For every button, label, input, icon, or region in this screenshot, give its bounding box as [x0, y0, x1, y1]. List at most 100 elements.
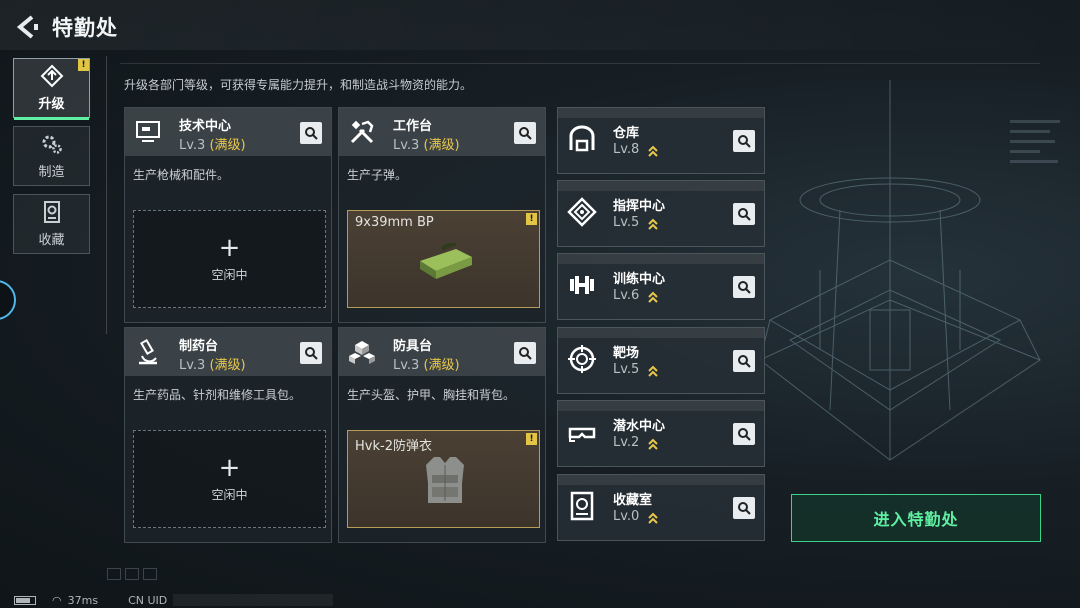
max-level-tag: (满级) [209, 138, 246, 153]
upgrade-chevron-icon [648, 512, 658, 524]
department-name: 潜水中心 [613, 419, 666, 434]
back-button[interactable] [12, 12, 42, 42]
facility-card-pharmacy[interactable]: 制药台 Lv.3 (满级) 生产药品、针剂和维修工具包。 + 空闲中 [124, 327, 332, 543]
collection-icon [43, 201, 60, 223]
max-level-tag: (满级) [209, 358, 246, 373]
divider [106, 56, 107, 334]
vault-icon [570, 491, 594, 521]
upgrade-chevron-icon [648, 291, 658, 303]
tab-collection[interactable]: 收藏 [13, 194, 90, 254]
battery-icon [14, 595, 36, 605]
production-slot-empty[interactable]: + 空闲中 [133, 210, 326, 308]
max-level-tag: (满级) [423, 138, 460, 153]
search-button[interactable] [733, 497, 755, 519]
tab-label: 收藏 [38, 233, 65, 248]
hud-squares [107, 568, 157, 580]
facility-description: 生产药品、针剂和维修工具包。 [133, 388, 302, 402]
tools-icon [350, 120, 374, 144]
back-arrow-icon [16, 15, 38, 39]
header-bar [0, 0, 1080, 50]
wifi-icon: ◠ [52, 593, 62, 607]
target-icon [568, 345, 596, 373]
facility-name: 技术中心 [179, 119, 232, 134]
facility-level: Lv.3 (满级) [179, 138, 246, 153]
department-name: 收藏室 [613, 493, 653, 508]
facility-description: 生产头盔、护甲、胸挂和背包。 [347, 388, 516, 402]
search-button[interactable] [300, 342, 322, 364]
ping-value: 37ms [67, 593, 99, 607]
search-icon [738, 502, 751, 515]
upgrade-icon [40, 64, 63, 88]
search-icon [305, 127, 318, 140]
ammo-box-icon [420, 243, 472, 279]
facility-card-workbench[interactable]: 工作台 Lv.3 (满级) 生产子弹。 9x39mm BP ! [338, 107, 546, 323]
dive-mask-icon [568, 427, 596, 442]
divider [120, 63, 1040, 64]
facility-card-tech-center[interactable]: 技术中心 Lv.3 (满级) 生产枪械和配件。 + 空闲中 [124, 107, 332, 323]
search-icon [519, 127, 532, 140]
department-level: Lv.2 [613, 435, 640, 450]
search-button[interactable] [733, 276, 755, 298]
facility-description: 生产子弹。 [347, 168, 408, 182]
enter-special-ops-button[interactable]: 进入特勤处 [791, 494, 1041, 542]
department-name: 指挥中心 [613, 199, 666, 214]
facility-name: 工作台 [393, 119, 433, 134]
department-row-shooting-range[interactable]: 靶场 Lv.5 [557, 327, 765, 394]
item-name: 9x39mm BP [355, 215, 434, 230]
department-row-collection-room[interactable]: 收藏室 Lv.0 [557, 474, 765, 541]
search-button[interactable] [514, 342, 536, 364]
tab-upgrade[interactable]: 升级 ! [13, 58, 90, 120]
alert-badge: ! [78, 59, 89, 71]
search-button[interactable] [514, 122, 536, 144]
computer-icon [136, 121, 160, 142]
department-row-training-center[interactable]: 训练中心 Lv.6 [557, 253, 765, 320]
command-icon [567, 197, 597, 227]
item-name: Hvk-2防弹衣 [355, 439, 432, 454]
search-icon [519, 347, 532, 360]
facility-name: 制药台 [179, 339, 219, 354]
search-button[interactable] [733, 203, 755, 225]
facility-level: Lv.3 (满级) [179, 358, 246, 373]
search-button[interactable] [733, 350, 755, 372]
upgrade-chevron-icon [648, 218, 658, 230]
alert-badge: ! [526, 433, 537, 445]
armor-boxes-icon [349, 341, 375, 364]
department-level: Lv.0 [613, 509, 640, 524]
side-drawer-button[interactable] [0, 280, 16, 320]
body-armor-icon [426, 457, 464, 503]
upgrade-chevron-icon [648, 145, 658, 157]
facility-description: 生产枪械和配件。 [133, 168, 230, 182]
search-button[interactable] [733, 423, 755, 445]
department-level: Lv.5 [613, 362, 640, 377]
tab-label: 升级 [38, 97, 65, 112]
production-slot-item[interactable]: 9x39mm BP ! [347, 210, 540, 308]
gears-icon [42, 135, 62, 154]
status-bar: ◠ 37ms CN UID [14, 593, 334, 607]
page-description: 升级各部门等级，可获得专属能力提升，和制造战斗物资的能力。 [124, 78, 473, 92]
department-row-warehouse[interactable]: 仓库 Lv.8 [557, 107, 765, 174]
upgrade-chevron-icon [648, 365, 658, 377]
production-slot-empty[interactable]: + 空闲中 [133, 430, 326, 528]
search-icon [738, 355, 751, 368]
dumbbell-icon [570, 276, 594, 294]
tab-label: 制造 [38, 165, 65, 180]
search-button[interactable] [300, 122, 322, 144]
department-row-command-center[interactable]: 指挥中心 Lv.5 [557, 180, 765, 247]
department-level: Lv.6 [613, 288, 640, 303]
warehouse-icon [569, 125, 595, 152]
facility-card-armor-bench[interactable]: 防具台 Lv.3 (满级) 生产头盔、护甲、胸挂和背包。 Hvk-2防弹衣 ! [338, 327, 546, 543]
tab-craft[interactable]: 制造 [13, 126, 90, 186]
upgrade-chevron-icon [648, 438, 658, 450]
alert-badge: ! [526, 213, 537, 225]
search-icon [738, 208, 751, 221]
department-level: Lv.8 [613, 142, 640, 157]
department-name: 靶场 [613, 346, 640, 361]
search-button[interactable] [733, 130, 755, 152]
department-level: Lv.5 [613, 215, 640, 230]
facility-level: Lv.3 (满级) [393, 138, 460, 153]
page-title: 特勤处 [52, 16, 118, 40]
uid-label: CN UID [128, 593, 168, 607]
production-slot-item[interactable]: Hvk-2防弹衣 ! [347, 430, 540, 528]
department-row-dive-center[interactable]: 潜水中心 Lv.2 [557, 400, 765, 467]
slot-status: 空闲中 [211, 487, 248, 502]
